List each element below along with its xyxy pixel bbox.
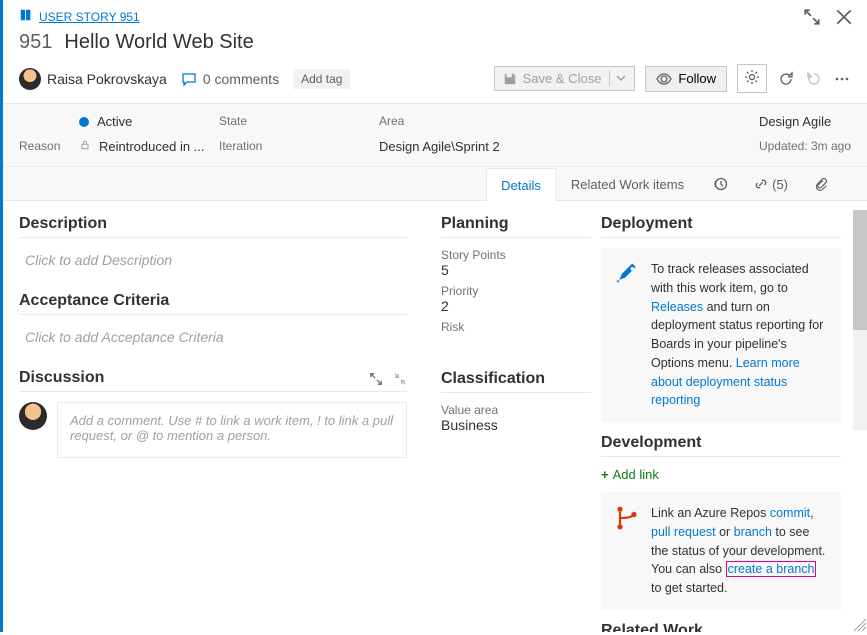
plus-icon: + [601, 467, 609, 482]
tab-attachments[interactable] [801, 167, 841, 200]
development-title: Development [601, 434, 841, 452]
close-icon[interactable] [835, 8, 853, 26]
tab-details[interactable]: Details [486, 168, 556, 201]
state-dot-icon [79, 117, 89, 127]
risk-label: Risk [441, 320, 591, 334]
more-icon[interactable] [833, 70, 851, 88]
avatar [19, 68, 41, 90]
gear-icon[interactable] [737, 64, 767, 93]
classification-title: Classification [441, 370, 591, 388]
discussion-title: Discussion [19, 369, 104, 387]
priority-label: Priority [441, 284, 591, 298]
follow-button[interactable]: Follow [645, 66, 727, 92]
acceptance-title: Acceptance Criteria [19, 292, 407, 310]
tab-history[interactable] [699, 167, 741, 200]
fullscreen-icon[interactable] [803, 8, 821, 26]
undo-icon[interactable] [805, 70, 823, 88]
avatar [19, 402, 47, 430]
value-area-label: Value area [441, 403, 591, 417]
story-points-label: Story Points [441, 248, 591, 262]
work-item-title[interactable]: Hello World Web Site [64, 31, 253, 54]
resize-handle[interactable] [851, 616, 867, 632]
collapse-icon[interactable] [393, 372, 407, 389]
description-input[interactable]: Click to add Description [19, 248, 407, 292]
planning-title: Planning [441, 215, 591, 233]
iteration-value[interactable]: Design Agile\Sprint 2 [379, 139, 759, 154]
releases-link[interactable]: Releases [651, 300, 703, 314]
tab-links[interactable]: (5) [741, 167, 801, 200]
branch-link[interactable]: branch [734, 525, 772, 539]
assignee-name: Raisa Pokrovskaya [47, 71, 167, 87]
create-branch-link[interactable]: create a branch [726, 561, 817, 577]
work-item-id: 951 [19, 31, 52, 54]
assignee-field[interactable]: Raisa Pokrovskaya [19, 68, 167, 90]
development-card: Link an Azure Repos commit, pull request… [601, 492, 841, 610]
area-value[interactable]: Design Agile [759, 114, 851, 129]
discussion-input[interactable]: Add a comment. Use # to link a work item… [57, 402, 407, 458]
area-label: Area [379, 114, 759, 129]
iteration-label: Iteration [219, 139, 379, 154]
pull-request-link[interactable]: pull request [651, 525, 716, 539]
acceptance-input[interactable]: Click to add Acceptance Criteria [19, 325, 407, 369]
risk-value[interactable] [441, 334, 591, 350]
expand-icon[interactable] [369, 372, 383, 389]
tab-related[interactable]: Related Work items [556, 167, 699, 200]
save-close-button[interactable]: Save & Close [494, 66, 636, 91]
value-area-value[interactable]: Business [441, 417, 591, 433]
deployment-title: Deployment [601, 215, 841, 233]
state-value[interactable]: Active [79, 114, 219, 129]
user-story-icon [19, 8, 33, 25]
description-title: Description [19, 215, 407, 233]
branch-icon [613, 504, 641, 598]
related-work-title: Related Work [601, 622, 841, 632]
rocket-icon [613, 260, 641, 410]
chevron-down-icon [609, 71, 626, 86]
add-tag-button[interactable]: Add tag [293, 69, 350, 89]
breadcrumb-link[interactable]: USER STORY 951 [39, 10, 140, 24]
priority-value[interactable]: 2 [441, 298, 591, 314]
scrollbar-thumb[interactable] [853, 210, 867, 330]
scrollbar[interactable] [853, 210, 867, 430]
comments-count[interactable]: 0 comments [181, 71, 279, 87]
reason-value[interactable]: Reintroduced in ... [79, 139, 219, 154]
deployment-card: To track releases associated with this w… [601, 248, 841, 422]
refresh-icon[interactable] [777, 70, 795, 88]
add-link-button[interactable]: + Add link [601, 467, 841, 482]
lock-icon [79, 139, 91, 154]
commit-link[interactable]: commit [770, 506, 810, 520]
updated-label: Updated: 3m ago [759, 139, 851, 154]
story-points-value[interactable]: 5 [441, 262, 591, 278]
state-label: State [219, 114, 379, 129]
